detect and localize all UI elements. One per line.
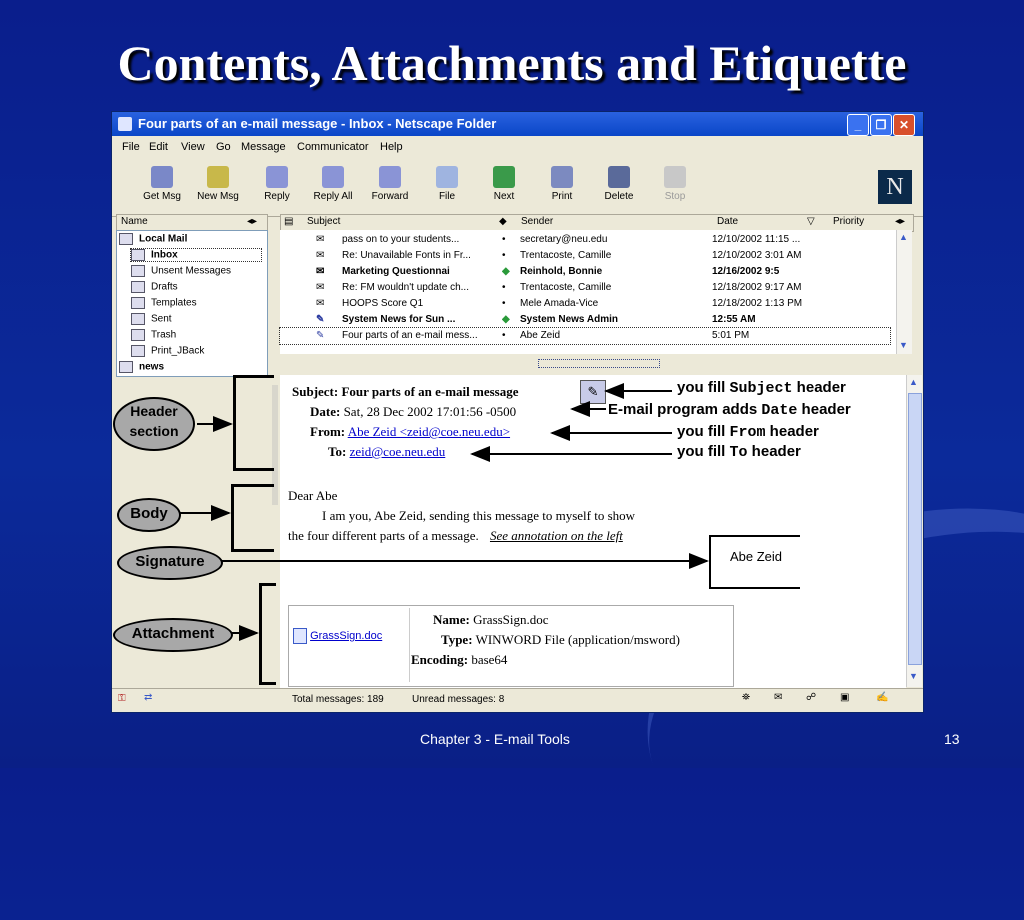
annotation-arrows bbox=[179, 383, 709, 641]
to-callout: you fill To header bbox=[677, 443, 801, 461]
to-callout-a: you fill bbox=[677, 443, 730, 460]
from-callout-a: you fill bbox=[677, 423, 730, 440]
date-callout-a: E-mail program adds bbox=[608, 401, 762, 418]
subject-callout-b: header bbox=[792, 379, 846, 396]
subject-callout-a: you fill bbox=[677, 379, 730, 396]
date-callout-mono: Date bbox=[761, 402, 798, 419]
date-callout-b: header bbox=[797, 401, 851, 418]
slide-page-number: 13 bbox=[944, 731, 960, 747]
subject-callout: you fill Subject header bbox=[677, 379, 846, 397]
from-callout-mono: From bbox=[729, 424, 766, 441]
from-callout-b: header bbox=[765, 423, 819, 440]
subject-callout-mono: Subject bbox=[729, 380, 793, 397]
to-callout-mono: To bbox=[729, 444, 748, 461]
slide-footer: Chapter 3 - E-mail Tools bbox=[420, 731, 570, 747]
from-callout: you fill From header bbox=[677, 423, 819, 441]
date-callout: E-mail program adds Date header bbox=[608, 401, 851, 419]
to-callout-b: header bbox=[747, 443, 801, 460]
